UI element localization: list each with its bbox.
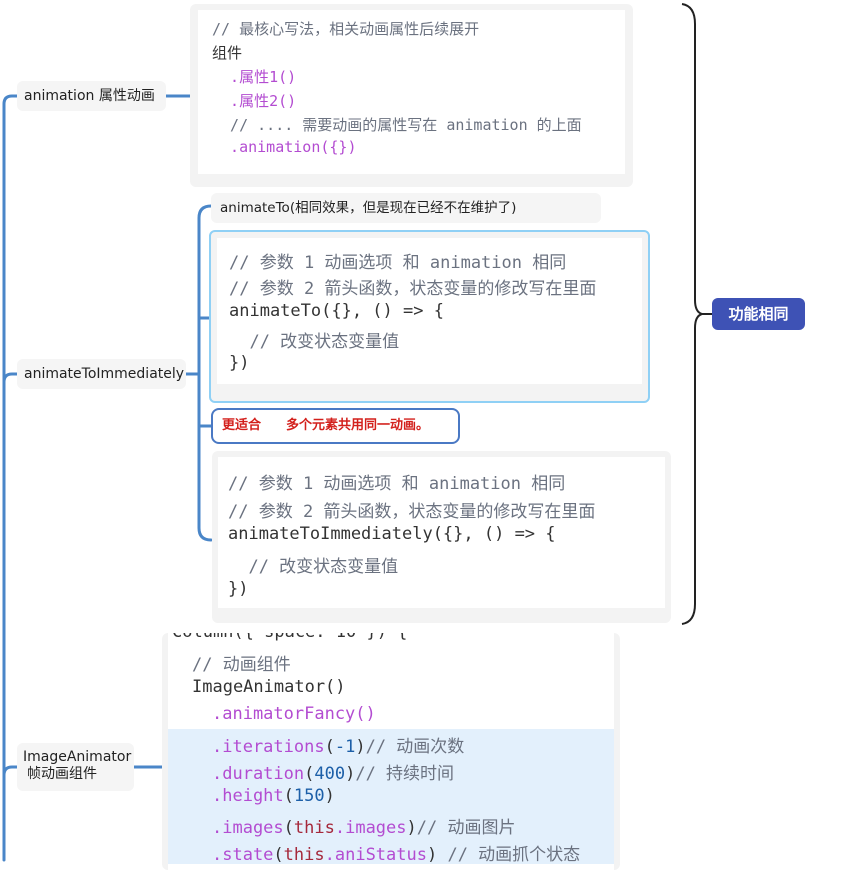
code-arg: 150	[293, 786, 325, 806]
code-line: .animatorFancy()	[212, 704, 376, 724]
code-property: .aniStatus	[324, 845, 427, 865]
code-panel-animation[interactable]: // 最核心写法，相关动画属性后续展开 组件 .属性1() .属性2() // …	[190, 4, 633, 187]
code-line: // 动画组件	[192, 655, 291, 675]
code-comment: // 持续时间	[355, 764, 455, 784]
summary-badge[interactable]: 功能相同	[712, 298, 805, 330]
code-keyword: this	[293, 818, 335, 838]
code-method: .height	[212, 786, 284, 806]
code-line: ImageAnimator()	[192, 677, 346, 697]
node-animateToImmediately[interactable]: animateToImmediately	[17, 359, 186, 389]
code-arg: 400	[314, 764, 346, 784]
code-line: animateTo({}, () => {	[229, 301, 444, 321]
node-animation-label: animation 属性动画	[24, 88, 155, 104]
code-line: .属性2()	[212, 92, 297, 110]
code-line: // 参数 1 动画选项 和 animation 相同	[229, 253, 567, 273]
code-block-animation: // 最核心写法，相关动画属性后续展开 组件 .属性1() .属性2() // …	[198, 10, 625, 174]
code-panel-imageAnimator[interactable]: Column({ space: 10 }) { // 动画组件 ImageAni…	[162, 633, 620, 870]
code-arg: -1	[334, 737, 356, 757]
node-animateTo-label: animateTo(相同效果，但是现在已经不在维护了)	[220, 200, 517, 216]
code-line: 组件	[212, 44, 243, 62]
code-line: // 参数 2 箭头函数，状态变量的修改写在里面	[228, 502, 596, 522]
code-line: // 参数 2 箭头函数，状态变量的修改写在里面	[229, 279, 597, 299]
code-line: animateToImmediately({}, () => {	[228, 524, 556, 544]
node-animateToImmediately-label: animateToImmediately	[24, 366, 185, 382]
code-line: })	[229, 353, 250, 373]
code-line-partial: Column({ space: 10 }) {	[172, 633, 407, 642]
code-method: .iterations	[212, 737, 325, 757]
summary-brace	[681, 3, 706, 625]
code-panel-animateToImmediately[interactable]: // 参数 1 动画选项 和 animation 相同 // 参数 2 箭头函数…	[212, 451, 671, 623]
code-panel-animateTo[interactable]: // 参数 1 动画选项 和 animation 相同 // 参数 2 箭头函数…	[209, 230, 650, 403]
summary-badge-label: 功能相同	[728, 305, 789, 323]
node-imageAnimator[interactable]: ImageAnimator 帧动画组件	[17, 743, 134, 791]
code-line: .属性1()	[212, 68, 297, 86]
node-imageAnimator-subtitle: 帧动画组件	[27, 766, 97, 782]
code-method: .state	[212, 845, 274, 865]
node-animation[interactable]: animation 属性动画	[17, 81, 166, 111]
trunk-line	[2, 94, 19, 862]
code-line: // 最核心写法，相关动画属性后续展开	[212, 20, 480, 38]
node-animateTo[interactable]: animateTo(相同效果，但是现在已经不在维护了)	[211, 193, 601, 223]
code-method: .images	[212, 818, 284, 838]
code-comment: // 动画图片	[416, 818, 516, 838]
code-line: .animation({})	[212, 138, 357, 156]
trunk-branch-animateToImmediately	[2, 372, 19, 384]
note-text-part2: 多个元素共用同一动画。	[286, 418, 430, 433]
code-line: .iterations(-1)// 动画次数	[212, 737, 465, 757]
trunk-branch-imageAnimator	[2, 765, 19, 777]
code-method: .duration	[212, 764, 305, 784]
code-keyword: this	[283, 845, 325, 865]
code-line: // 改变状态变量值	[228, 557, 399, 577]
code-comment: // 动画次数	[365, 737, 465, 757]
code-block-imageAnimator: Column({ space: 10 }) { // 动画组件 ImageAni…	[168, 633, 614, 870]
code-block-animateTo: // 参数 1 动画选项 和 animation 相同 // 参数 2 箭头函数…	[217, 238, 642, 384]
code-line: // 改变状态变量值	[229, 332, 400, 352]
code-line: // .... 需要动画的属性写在 animation 的上面	[212, 116, 582, 134]
code-line: .state(this.aniStatus) // 动画抓个状态	[212, 845, 581, 865]
code-property: .images	[334, 818, 407, 838]
code-line: })	[228, 579, 249, 599]
code-block-animateToImmediately: // 参数 1 动画选项 和 animation 相同 // 参数 2 箭头函数…	[218, 457, 665, 608]
code-line: .duration(400)// 持续时间	[212, 764, 455, 784]
code-line: // 参数 1 动画选项 和 animation 相同	[228, 474, 566, 494]
note-box[interactable]: 更适合 多个元素共用同一动画。	[211, 408, 460, 444]
code-line: .height(150)	[212, 786, 335, 806]
code-line: .images(this.images)// 动画图片	[212, 818, 516, 838]
code-comment: // 动画抓个状态	[447, 845, 581, 865]
note-text-part1: 更适合	[222, 418, 262, 433]
node-imageAnimator-title: ImageAnimator	[23, 749, 132, 765]
